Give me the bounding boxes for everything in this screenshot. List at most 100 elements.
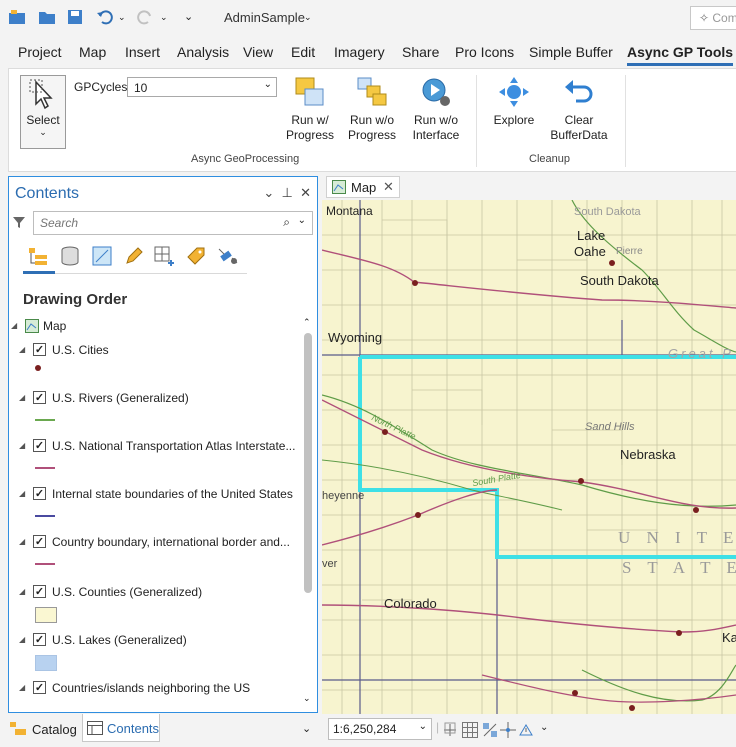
line-symbol: [35, 419, 55, 421]
constraints-icon[interactable]: [482, 722, 498, 738]
tab-imagery[interactable]: Imagery: [334, 44, 385, 60]
collapse-triangle-icon[interactable]: ◢: [19, 635, 25, 644]
layer-visibility-checkbox[interactable]: ✓: [33, 633, 46, 646]
pane-options-icon[interactable]: ⌄: [263, 185, 274, 200]
scale-select[interactable]: 1:6,250,284 ⌄: [328, 718, 432, 740]
snapping-icon[interactable]: [153, 245, 175, 267]
open-folder-icon[interactable]: [38, 8, 56, 26]
tab-share[interactable]: Share: [402, 44, 439, 60]
redo-dropdown-icon[interactable]: ⌄: [160, 12, 168, 23]
drawing-order-icon[interactable]: [27, 245, 49, 267]
label-oahe: Oahe: [574, 244, 606, 259]
layer-visibility-checkbox[interactable]: ✓: [33, 391, 46, 404]
labeling-icon[interactable]: [185, 245, 207, 267]
customize-qat-icon[interactable]: ⌄: [184, 10, 193, 23]
contents-tab-label: Contents: [107, 721, 160, 736]
interstate-north: [322, 249, 736, 309]
ribbon-tabs: Project Map Insert Analysis View Edit Im…: [0, 36, 736, 68]
tab-analysis[interactable]: Analysis: [177, 44, 229, 60]
collapse-triangle-icon[interactable]: ◢: [19, 683, 25, 692]
scroll-up-icon[interactable]: ⌃: [303, 317, 311, 328]
collapse-triangle-icon[interactable]: ◢: [19, 587, 25, 596]
snapping-toggle-icon[interactable]: [500, 722, 516, 738]
collapse-triangle-icon[interactable]: ◢: [19, 441, 25, 450]
ribbon-separator: [625, 75, 626, 167]
line-symbol: [35, 563, 55, 565]
tab-edit[interactable]: Edit: [291, 44, 315, 60]
tab-project[interactable]: Project: [18, 44, 62, 60]
layer-visibility-checkbox[interactable]: ✓: [33, 439, 46, 452]
collapse-triangle-icon[interactable]: ◢: [19, 537, 25, 546]
close-icon[interactable]: ✕: [383, 179, 394, 195]
collapse-triangle-icon[interactable]: ◢: [11, 321, 17, 330]
chevron-down-icon: ⌄: [418, 721, 427, 732]
contents-scrollbar[interactable]: ⌃ ⌄: [303, 317, 313, 707]
contents-tab[interactable]: Contents: [82, 714, 160, 742]
filter-icon[interactable]: [12, 215, 26, 229]
pane-tabs-chevron-icon[interactable]: ⌄: [302, 722, 311, 735]
command-search[interactable]: ✧ Com: [690, 6, 736, 30]
project-title-dropdown-icon[interactable]: ⌄: [304, 12, 312, 23]
status-dropdown-icon[interactable]: ⌄: [540, 722, 548, 733]
clear-label-2: BufferData: [550, 128, 608, 142]
collapse-triangle-icon[interactable]: ◢: [19, 345, 25, 354]
tab-insert[interactable]: Insert: [125, 44, 160, 60]
explore-label: Explore: [493, 113, 535, 127]
run-with-progress-button[interactable]: Run w/ Progress: [285, 75, 335, 143]
grid-icon[interactable]: [462, 722, 478, 738]
contents-search[interactable]: ⌕ ⌄: [33, 211, 313, 235]
correction-icon[interactable]: [518, 722, 534, 738]
project-icon[interactable]: [8, 8, 26, 26]
scrollbar-thumb[interactable]: [304, 333, 312, 593]
search-icon[interactable]: ⌕: [283, 215, 290, 230]
layer-name: U.S. Counties (Generalized): [52, 585, 203, 599]
tab-view[interactable]: View: [243, 44, 273, 60]
project-title[interactable]: AdminSample: [224, 10, 305, 25]
editing-pencil-icon[interactable]: [123, 245, 145, 267]
gpcycles-select[interactable]: 10 ⌄: [127, 77, 277, 97]
gpcycles-label: GPCycles: [74, 80, 128, 94]
layer-name: U.S. National Transportation Atlas Inter…: [52, 439, 296, 453]
save-icon[interactable]: [66, 8, 84, 26]
tab-map[interactable]: Map: [79, 44, 106, 60]
select-button[interactable]: Select ⌄: [20, 75, 66, 149]
map-icon: [332, 180, 346, 194]
line-symbol: [35, 515, 55, 517]
list-by-perspective-icon[interactable]: [217, 245, 239, 267]
run-without-progress-button[interactable]: Run w/o Progress: [347, 75, 397, 143]
collapse-triangle-icon[interactable]: ◢: [19, 393, 25, 402]
collapse-triangle-icon[interactable]: ◢: [19, 489, 25, 498]
redo-icon[interactable]: [136, 8, 154, 26]
search-options-icon[interactable]: ⌄: [298, 215, 306, 226]
layer-visibility-checkbox[interactable]: ✓: [33, 487, 46, 500]
layer-name: Internal state boundaries of the United …: [52, 487, 293, 501]
run-without-interface-button[interactable]: Run w/o Interface: [409, 75, 463, 143]
layer-visibility-checkbox[interactable]: ✓: [33, 535, 46, 548]
layer-visibility-checkbox[interactable]: ✓: [33, 343, 46, 356]
selection-icon[interactable]: [91, 245, 113, 267]
run-progress-label-2: Progress: [285, 128, 335, 142]
layer-name: U.S. Cities: [52, 343, 109, 357]
label-south-dakota: South Dakota: [580, 273, 659, 288]
tab-simple-buffer[interactable]: Simple Buffer: [529, 44, 613, 60]
tab-async-gp-tools[interactable]: Async GP Tools: [627, 44, 734, 66]
grid-tools-icon[interactable]: [444, 722, 460, 738]
contents-search-input[interactable]: [34, 212, 262, 234]
pin-icon[interactable]: ⊥: [282, 185, 293, 200]
close-icon[interactable]: ✕: [300, 185, 311, 200]
layer-visibility-checkbox[interactable]: ✓: [33, 585, 46, 598]
scroll-down-icon[interactable]: ⌄: [303, 693, 311, 704]
clear-bufferdata-button[interactable]: Clear BufferData: [547, 75, 611, 143]
contents-pane: Contents ⌄ ⊥ ✕ ⌕ ⌄ Drawing Order ◢ Map ◢…: [8, 176, 318, 713]
catalog-tab[interactable]: Catalog: [8, 716, 82, 742]
run-no-interface-icon: [422, 78, 450, 106]
map-canvas[interactable]: Montana South Dakota Lake Oahe Pierre So…: [322, 200, 736, 714]
explore-button[interactable]: Explore: [489, 75, 539, 128]
undo-icon[interactable]: [96, 8, 114, 26]
undo-dropdown-icon[interactable]: ⌄: [118, 12, 126, 23]
data-source-icon[interactable]: [59, 245, 81, 267]
run-no-interface-label-1: Run w/o: [413, 113, 459, 127]
layer-visibility-checkbox[interactable]: ✓: [33, 681, 46, 694]
map-view-tab[interactable]: Map ✕: [326, 176, 400, 198]
tab-pro-icons[interactable]: Pro Icons: [455, 44, 514, 60]
